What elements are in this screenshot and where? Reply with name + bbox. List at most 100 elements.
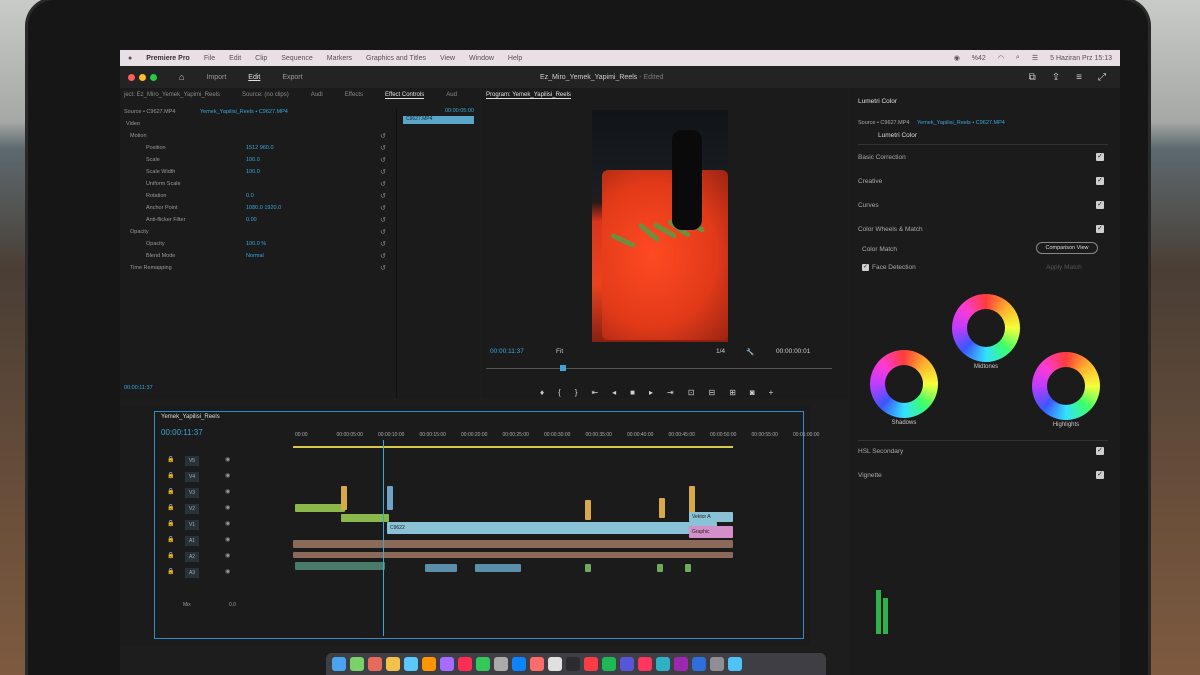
color-wheels-checkbox[interactable]: ✓ <box>1096 225 1104 233</box>
ec-property-value[interactable]: 100.0 <box>246 169 260 175</box>
ec-property-label[interactable]: Position <box>146 145 166 151</box>
toggle-output-icon[interactable]: ◉ <box>225 456 230 463</box>
hsl-secondary-checkbox[interactable]: ✓ <box>1096 447 1104 455</box>
basic-correction-checkbox[interactable]: ✓ <box>1096 153 1104 161</box>
toggle-output-icon[interactable]: ◉ <box>225 488 230 495</box>
section-hsl-secondary[interactable]: HSL Secondary <box>858 448 903 455</box>
timeline-playhead[interactable] <box>383 440 384 636</box>
marker-icon[interactable]: ♦ <box>540 388 544 397</box>
quick-export-icon[interactable]: ⧉ <box>1029 72 1036 83</box>
wifi-icon[interactable]: ◠ <box>998 54 1004 62</box>
menu-help[interactable]: Help <box>508 55 522 62</box>
tab-source[interactable]: Source: (no clips) <box>242 92 289 98</box>
workspace-menu-icon[interactable]: ≡ <box>1076 72 1082 83</box>
fit-dropdown[interactable]: Fit <box>556 348 563 355</box>
wrench-icon[interactable]: 🔧 <box>746 348 754 356</box>
lock-icon[interactable]: 🔒 <box>167 504 174 511</box>
tab-edit[interactable]: Edit <box>248 74 260 81</box>
track-target[interactable]: V1 <box>185 520 199 530</box>
ec-property-value[interactable]: 0.0 <box>246 193 254 199</box>
reset-icon[interactable]: ↺ <box>380 252 386 260</box>
dock-app-icon[interactable] <box>656 657 670 671</box>
mark-out-icon[interactable]: } <box>575 388 578 397</box>
track-target[interactable]: V5 <box>185 456 199 466</box>
menu-sequence[interactable]: Sequence <box>281 55 313 62</box>
timeline-clip[interactable] <box>387 486 393 510</box>
track-target[interactable]: V2 <box>185 504 199 514</box>
apply-match-button[interactable]: Apply Match <box>1046 264 1082 271</box>
dock-app-icon[interactable] <box>512 657 526 671</box>
ec-property-value[interactable]: 0.00 <box>246 217 257 223</box>
highlights-wheel[interactable] <box>1032 352 1100 420</box>
ec-property-label[interactable]: Scale <box>146 157 160 163</box>
insert-icon[interactable]: ⊡ <box>688 388 695 397</box>
clock[interactable]: 5 Haziran Prz 15:13 <box>1050 55 1112 62</box>
timeline-clip[interactable] <box>657 564 663 572</box>
dock-app-icon[interactable] <box>332 657 346 671</box>
ec-property-value[interactable]: 100.0 % <box>246 241 266 247</box>
timeline-clip[interactable] <box>685 564 691 572</box>
ec-property-value[interactable]: 100.0 <box>246 157 260 163</box>
mark-in-icon[interactable]: { <box>558 388 561 397</box>
lock-icon[interactable]: 🔒 <box>167 488 174 495</box>
tab-program[interactable]: Program: Yemek_Yapilisi_Reels <box>486 92 571 99</box>
reset-icon[interactable]: ↺ <box>380 228 386 236</box>
timeline-clip[interactable] <box>295 504 345 512</box>
step-forward-icon[interactable]: ▸ <box>649 388 653 397</box>
go-to-in-icon[interactable]: ⇤ <box>591 388 598 397</box>
section-curves[interactable]: Curves <box>858 202 879 209</box>
timeline-clip[interactable] <box>475 564 521 572</box>
toggle-output-icon[interactable]: ◉ <box>225 552 230 559</box>
work-area-bar[interactable] <box>293 446 733 448</box>
ec-source[interactable]: Source • C9627.MP4 <box>124 109 175 115</box>
ec-property-value[interactable]: Normal <box>246 253 264 259</box>
reset-icon[interactable]: ↺ <box>380 168 386 176</box>
shadows-wheel[interactable] <box>870 350 938 418</box>
dock-app-icon[interactable] <box>548 657 562 671</box>
dock-app-icon[interactable] <box>368 657 382 671</box>
dock-app-icon[interactable] <box>404 657 418 671</box>
menu-clip[interactable]: Clip <box>255 55 267 62</box>
dock-app-icon[interactable] <box>530 657 544 671</box>
lock-icon[interactable]: 🔒 <box>167 520 174 527</box>
reset-icon[interactable]: ↺ <box>380 204 386 212</box>
mix-value[interactable]: 0.0 <box>229 602 236 608</box>
ec-property-label[interactable]: Scale Width <box>146 169 175 175</box>
dock-app-icon[interactable] <box>584 657 598 671</box>
dock-app-icon[interactable] <box>674 657 688 671</box>
reset-icon[interactable]: ↺ <box>380 180 386 188</box>
toggle-output-icon[interactable]: ◉ <box>225 536 230 543</box>
ec-property-label[interactable]: Motion <box>130 133 147 139</box>
menu-app[interactable]: Premiere Pro <box>146 55 190 62</box>
tab-effects[interactable]: Effects <box>345 92 363 98</box>
reset-icon[interactable]: ↺ <box>380 156 386 164</box>
track-target[interactable]: V4 <box>185 472 199 482</box>
timeline-clip[interactable] <box>659 498 665 518</box>
dock-app-icon[interactable] <box>440 657 454 671</box>
lumetri-clip-label[interactable]: Yemek_Yapilisi_Reels • C9627.MP4 <box>917 120 1005 126</box>
section-vignette[interactable]: Vignette <box>858 472 882 479</box>
toggle-output-icon[interactable]: ◉ <box>225 520 230 527</box>
time-ruler[interactable]: 00:00 00:00:05:00 00:00:10:00 00:00:15:00 00… <box>295 432 819 442</box>
minimize-button[interactable] <box>139 73 146 81</box>
face-detection-checkbox[interactable]: ✓ <box>862 264 869 271</box>
ec-property-label[interactable]: Time Remapping <box>130 265 172 271</box>
creative-checkbox[interactable]: ✓ <box>1096 177 1104 185</box>
lock-icon[interactable]: 🔒 <box>167 472 174 479</box>
timeline-clip[interactable] <box>293 540 733 548</box>
tab-effect-controls[interactable]: Effect Controls <box>384 92 425 99</box>
reset-icon[interactable]: ↺ <box>380 264 386 272</box>
lift-icon[interactable]: ⊞ <box>729 388 736 397</box>
timeline-clip[interactable] <box>585 500 591 520</box>
ec-property-label[interactable]: Opacity <box>146 241 165 247</box>
ec-property-label[interactable]: Anchor Point <box>146 205 178 211</box>
tab-export[interactable]: Export <box>282 74 302 81</box>
overwrite-icon[interactable]: ⊟ <box>708 388 715 397</box>
share-icon[interactable]: ⇪ <box>1052 72 1060 83</box>
program-scrubber[interactable] <box>486 365 832 376</box>
lock-icon[interactable]: 🔒 <box>167 552 174 559</box>
timeline-clip[interactable] <box>585 564 591 572</box>
reset-icon[interactable]: ↺ <box>380 144 386 152</box>
toggle-output-icon[interactable]: ◉ <box>225 504 230 511</box>
lock-icon[interactable]: 🔒 <box>167 568 174 575</box>
